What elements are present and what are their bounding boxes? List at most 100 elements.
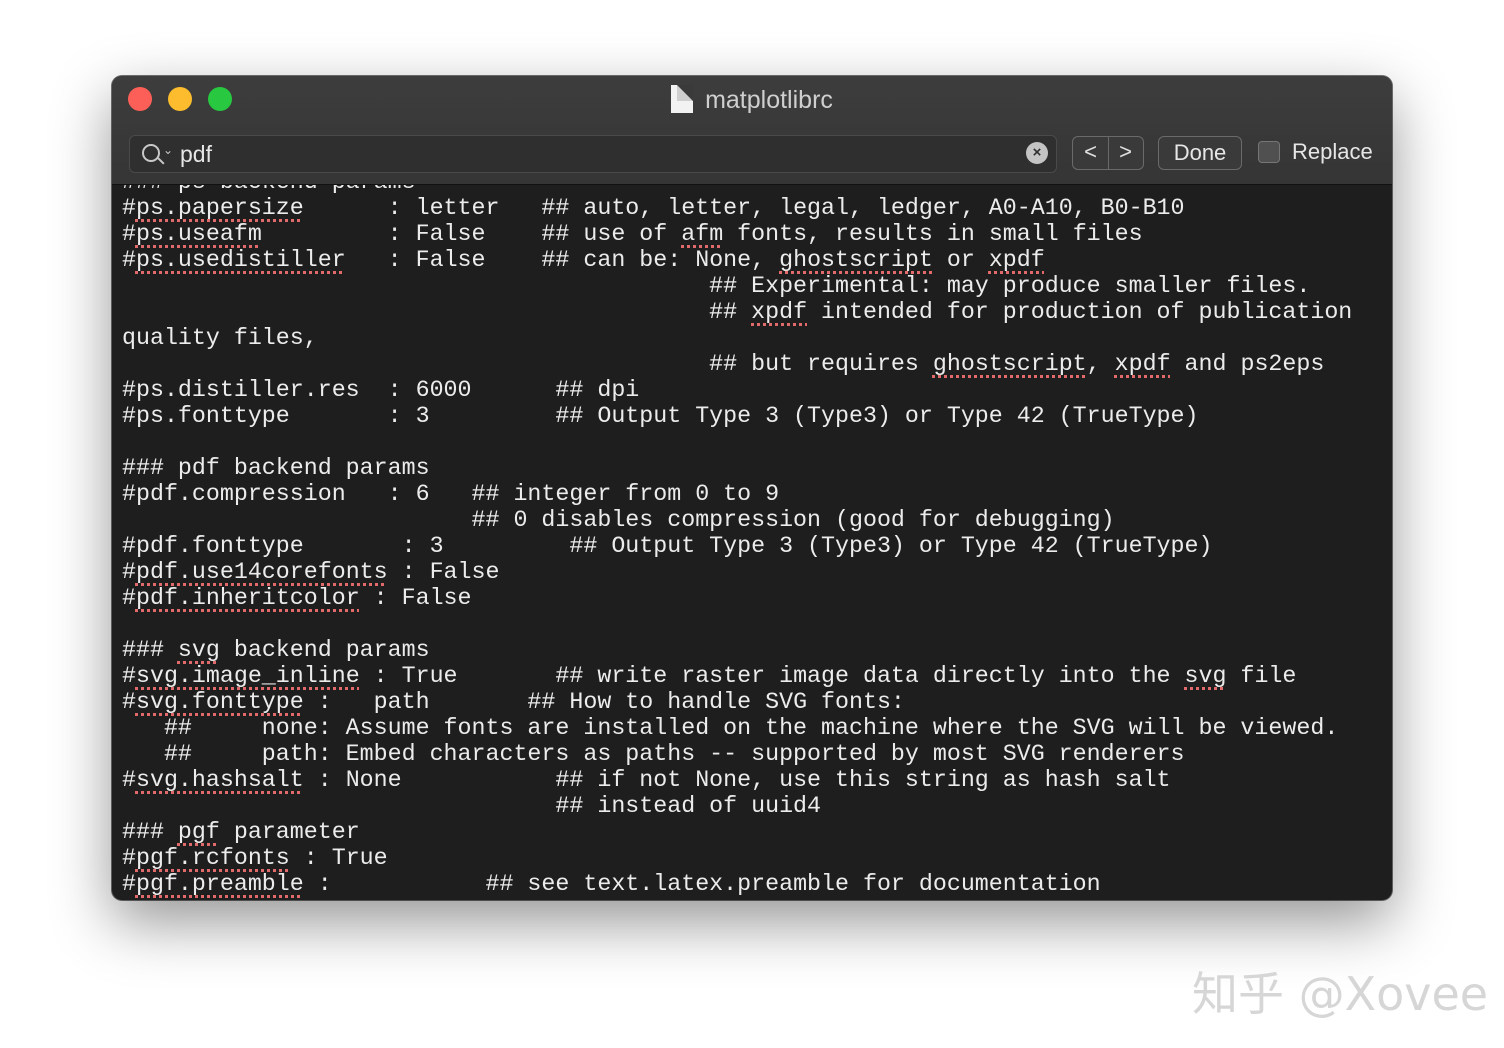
window-title-group: matplotlibrc [112,82,1392,118]
code-segment: # [122,845,136,871]
editor-window: matplotlibrc ⌄ pdf × < > Done Replace ##… [112,76,1392,900]
previous-match-button[interactable]: < [1073,137,1109,169]
code-line: #svg.fonttype : path ## How to handle SV… [122,689,905,715]
code-line: #pdf.use14corefonts : False [122,559,499,585]
code-line: ### pdf backend params [122,455,430,481]
misspelled-word: pgf.rcfonts [135,845,290,871]
next-match-button[interactable]: > [1108,137,1143,169]
code-line: ## Experimental: may produce smaller fil… [122,273,1310,299]
code-line: ## but requires ghostscript, xpdf and ps… [122,351,1324,377]
code-segment: : None ## if not None, use this string a… [303,767,1171,793]
title-bar: matplotlibrc ⌄ pdf × < > Done Replace [112,76,1392,185]
code-segment: : True [289,845,388,871]
code-line: ### ps backend params [122,185,416,195]
code-line: #ps.fonttype : 3 ## Output Type 3 (Type3… [122,403,1199,429]
misspelled-word: ghostscript [779,247,933,273]
code-line: #pgf.preamble : ## see text.latex.preamb… [122,871,1101,897]
code-segment: , [1086,351,1115,377]
code-segment: : False ## can be: None, [345,247,780,273]
misspelled-word: xpdf [751,299,808,325]
clear-icon[interactable]: × [1026,142,1048,164]
misspelled-word: pgf.preamble [135,871,304,897]
code-line: #svg.image_inline : True ## write raster… [122,663,1296,689]
code-line: ### svg backend params [122,637,430,663]
code-segment: file [1226,663,1297,689]
misspelled-word: ghostscript [932,351,1087,377]
misspelled-word: svg [177,637,220,663]
code-segment: #ps.fonttype : 3 ## Output Type 3 (Type3… [122,403,1199,429]
code-segment: # [122,247,136,273]
code-segment: #ps.distiller.res : 6000 ## dpi [122,377,640,403]
code-segment: parameter [219,819,360,845]
code-line: ## path: Embed characters as paths -- su… [122,741,1185,767]
code-segment: quality files, [122,325,318,351]
code-segment: # [122,871,136,897]
code-line: #svg.hashsalt : None ## if not None, use… [122,767,1171,793]
code-segment: : letter ## auto, letter, legal, ledger,… [303,195,1185,221]
code-segment: ## Experimental: may produce smaller fil… [122,273,1311,299]
code-segment: ## 0 disables compression (good for debu… [122,507,1115,533]
code-segment: and ps2eps [1170,351,1325,377]
code-segment: fonts, results in small files [723,221,1143,247]
text-editor[interactable]: ### ps backend params #ps.papersize : le… [112,185,1392,900]
misspelled-word: ps.usedistiller [135,247,346,273]
misspelled-word: svg.hashsalt [135,767,304,793]
code-line: #pdf.compression : 6 ## integer from 0 t… [122,481,779,507]
code-line: #ps.papersize : letter ## auto, letter, … [122,195,1185,221]
done-button[interactable]: Done [1158,136,1242,170]
document-icon [671,85,694,113]
code-segment: intended for production of publication [807,299,1353,325]
code-line: ## none: Assume fonts are installed on t… [122,715,1338,741]
search-input[interactable]: pdf [180,140,212,168]
code-line: #ps.usedistiller : False ## can be: None… [122,247,1045,273]
misspelled-word: ps.useafm [135,221,262,247]
find-nav-group: < > [1072,136,1144,170]
misspelled-word: xpdf [1114,351,1171,377]
code-segment: # [122,663,136,689]
misspelled-word: svg [1184,663,1227,689]
code-segment: #pdf.fonttype : 3 ## Output Type 3 (Type… [122,533,1213,559]
code-segment: : True ## write raster image data direct… [359,663,1185,689]
code-segment: ## path: Embed characters as paths -- su… [122,741,1185,767]
code-line: ## instead of uuid4 [122,793,821,819]
window-title: matplotlibrc [705,86,833,114]
code-segment: ### [122,637,178,663]
code-segment: # [122,585,136,611]
code-line: ## 0 disables compression (good for debu… [122,507,1115,533]
code-line: ### pgf parameter [122,819,360,845]
search-field[interactable]: ⌄ pdf × [129,135,1057,173]
misspelled-word: svg.image_inline [135,663,360,689]
code-segment: ## none: Assume fonts are installed on t… [122,715,1339,741]
misspelled-word: pdf.inheritcolor [135,585,360,611]
code-segment: ## [122,299,752,325]
code-segment: # [122,559,136,585]
replace-checkbox[interactable] [1258,141,1280,163]
misspelled-word: xpdf [988,247,1045,273]
code-segment: : False ## use of [261,221,682,247]
code-segment: : False [359,585,472,611]
code-segment: # [122,689,136,715]
misspelled-word: pgf [177,819,220,845]
code-segment: : path ## How to handle SVG fonts: [303,689,905,715]
chevron-down-icon[interactable]: ⌄ [163,143,173,157]
code-segment: : ## see text.latex.preamble for documen… [303,871,1101,897]
search-icon[interactable] [142,144,160,162]
code-segment: backend params [219,637,430,663]
code-line: #pgf.rcfonts : True [122,845,388,871]
code-line: #pdf.fonttype : 3 ## Output Type 3 (Type… [122,533,1212,559]
misspelled-word: pdf.use14corefonts [135,559,388,585]
code-line: #ps.distiller.res : 6000 ## dpi [122,377,639,403]
code-content[interactable]: ### ps backend params #ps.papersize : le… [122,185,1352,897]
code-segment: : False [387,559,500,585]
code-segment: ### pdf backend params [122,455,430,481]
misspelled-word: svg.fonttype [135,689,304,715]
watermark: 知乎 @Xovee [1192,967,1489,1021]
code-segment: or [932,247,989,273]
misspelled-word: ps.papersize [135,195,304,221]
code-line: quality files, [122,325,318,351]
code-segment: # [122,221,136,247]
code-segment: ## but requires [122,351,933,377]
replace-label: Replace [1292,139,1373,164]
code-segment: # [122,767,136,793]
misspelled-word: afm [681,221,724,247]
